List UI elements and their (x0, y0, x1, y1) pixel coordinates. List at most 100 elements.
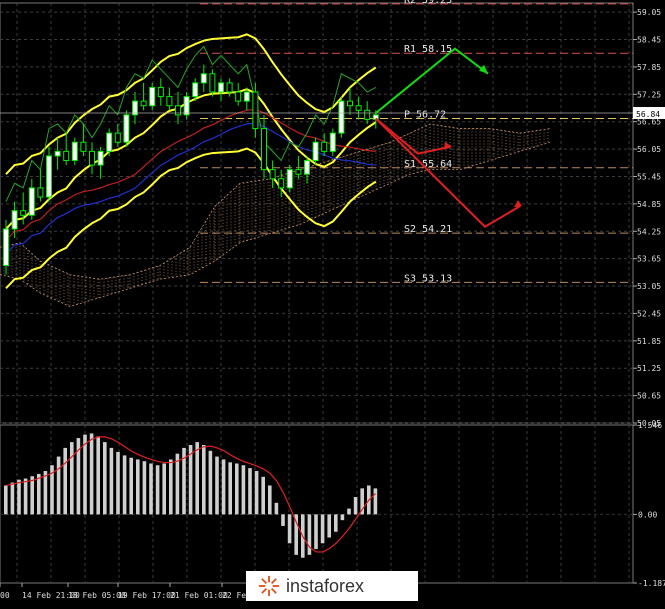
macd-bar (4, 485, 8, 515)
candle-body (175, 105, 181, 116)
price-tick-label: 57.25 (637, 90, 661, 99)
pivot-label-5: S3 53.13 (404, 273, 452, 284)
macd-bar (63, 447, 67, 515)
macd-bar (202, 445, 206, 515)
forecast-red-arrow-1 (375, 117, 451, 155)
candle-body (261, 128, 267, 171)
macd-bar (56, 456, 61, 515)
time-label: 21 Feb 01:00 (170, 591, 228, 600)
candle-body (28, 187, 35, 216)
time-label: 22 Fe (222, 591, 246, 600)
candle-body (252, 91, 259, 130)
candle-body (63, 150, 70, 162)
pivot-label-1: R1 58.15 (404, 44, 452, 55)
price-tick-label: 57.85 (637, 63, 661, 72)
candle-body (3, 228, 9, 266)
chart-svg: 59.05 58.45 57.85 57.25 56.65 56.05 55.45 54.85… (0, 0, 665, 600)
macd-tick-label: 1.546 (638, 421, 662, 430)
macd-bar (89, 433, 94, 515)
macd-bar (215, 456, 219, 515)
candle-body (347, 100, 353, 107)
candle-body (243, 91, 250, 102)
candle-body (114, 132, 121, 143)
candle-body (37, 187, 44, 198)
candle-body (192, 82, 199, 98)
macd-tick-label: -1.187 (638, 579, 665, 588)
pivot-label-0: R2 59.23 (404, 0, 452, 6)
pivot-label-4: S2 54.21 (404, 224, 452, 235)
price-tick-label: 53.65 (637, 255, 661, 264)
instaforex-logo-icon (258, 575, 280, 597)
macd-bar (169, 459, 173, 515)
candle-body (355, 105, 362, 111)
candle-body (321, 141, 328, 152)
macd-bar (155, 465, 160, 515)
macd-bar (261, 476, 265, 515)
macd-panel-frame (0, 424, 634, 584)
candle-body (123, 114, 130, 143)
macd-bar (175, 453, 180, 515)
candle-body (312, 141, 319, 162)
candle-body (209, 73, 216, 93)
main-panel-frame (0, 2, 634, 424)
candle-body (71, 141, 78, 162)
macd-bar (43, 471, 48, 515)
candle-body (20, 210, 27, 216)
macd-bar (136, 459, 140, 515)
time-label: 19 Feb 17:00 (118, 591, 176, 600)
macd-bar (241, 465, 246, 515)
price-tick-label: 52.45 (637, 309, 661, 318)
candle-body (80, 141, 87, 152)
macd-bar (248, 468, 252, 515)
macd-bar (162, 463, 166, 515)
candle-body (183, 96, 190, 116)
macd-bar (268, 485, 272, 515)
time-label: 00 (0, 591, 10, 600)
macd-bar (149, 463, 153, 515)
candle-body (278, 178, 285, 189)
price-tick-label: 51.85 (637, 337, 661, 346)
macd-bar (109, 447, 114, 515)
macd-bar (327, 514, 331, 538)
macd-bar (37, 473, 41, 515)
price-tick-label: 56.05 (637, 145, 661, 154)
candle-body (218, 82, 224, 93)
candle-body (106, 132, 113, 152)
price-tick-label: 51.25 (637, 364, 661, 373)
macd-bar (129, 457, 133, 515)
macd-bar (287, 514, 292, 544)
macd-bar (23, 478, 28, 515)
candle-body (329, 132, 336, 152)
macd-bar (235, 463, 239, 515)
macd-bar (96, 436, 100, 515)
candle-body (269, 169, 276, 180)
watermark-text: instaforex (286, 575, 365, 596)
price-tick-label: 53.05 (637, 282, 661, 291)
candle-body (89, 150, 95, 166)
macd-bar (228, 462, 232, 515)
candle-body (200, 73, 207, 84)
candle-body (286, 169, 293, 189)
macd-tick-label: 0.00 (638, 510, 657, 519)
candle-body (157, 86, 164, 98)
candle-body (11, 210, 18, 230)
ma-blue (5, 122, 376, 255)
macd-bar (274, 502, 279, 515)
chart-area: 59.05 58.45 57.85 57.25 56.65 56.05 55.45 54.85… (0, 0, 665, 605)
macd-bar (254, 471, 259, 515)
candle-body (304, 160, 310, 175)
macd-bar (353, 497, 358, 515)
macd-bar (116, 451, 120, 515)
price-tick-label: 54.25 (637, 227, 661, 236)
macd-bar (70, 442, 74, 515)
candle-body (140, 100, 147, 107)
macd-bar (373, 488, 378, 515)
candle-body (149, 86, 156, 107)
candle-body (97, 150, 104, 166)
macd-bar (334, 514, 338, 532)
price-tick-label: 56.65 (637, 118, 661, 127)
candle-body (295, 169, 302, 175)
current-price-label: 56.84 (636, 110, 660, 119)
candle-body (54, 150, 61, 157)
macd-bar (208, 450, 213, 515)
